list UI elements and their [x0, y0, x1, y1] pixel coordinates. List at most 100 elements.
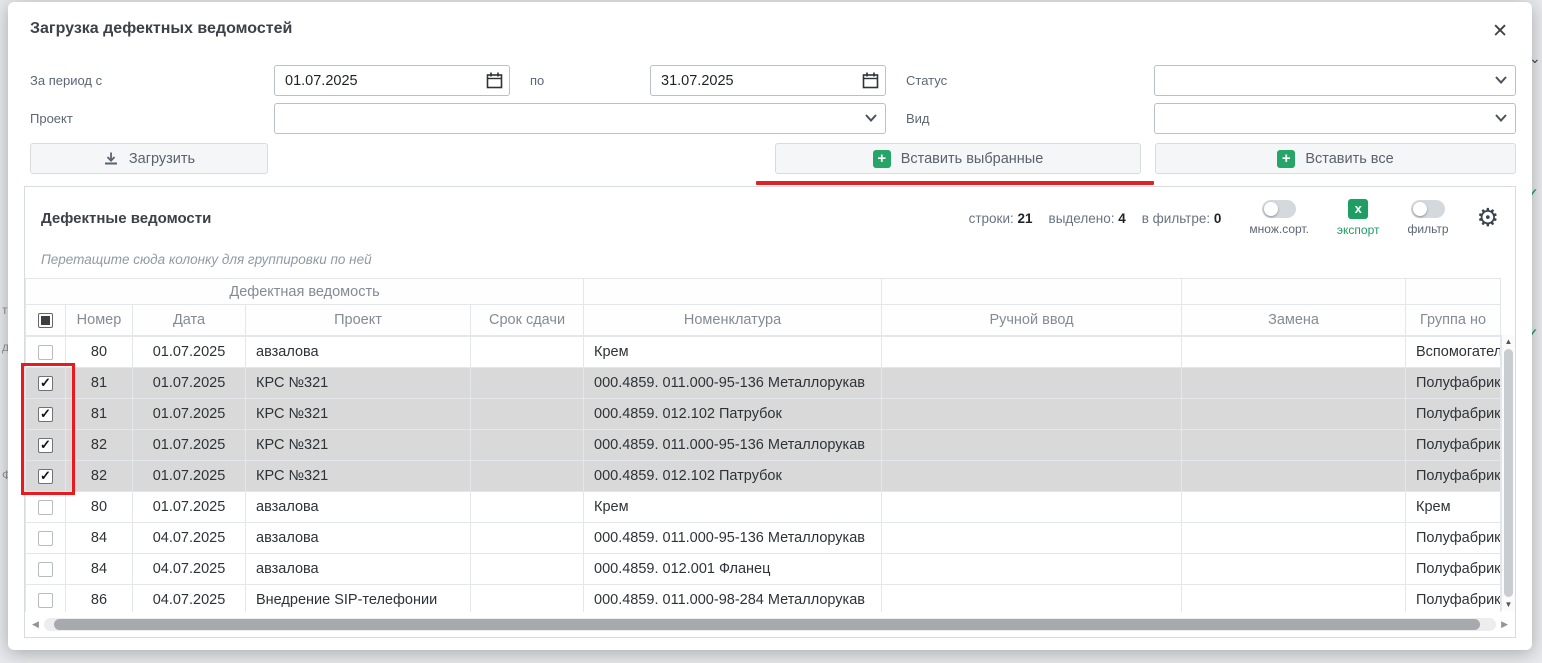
vertical-scrollbar[interactable]: ▲ ▼ [1501, 335, 1515, 611]
filter-toggle[interactable]: фильтр [1408, 200, 1449, 236]
filter-label: фильтр [1408, 222, 1449, 236]
scroll-right-arrow[interactable]: ▶ [1501, 619, 1508, 630]
cell-number: 81 [66, 368, 133, 399]
grid-title: Дефектные ведомости [41, 210, 211, 227]
plus-icon: + [873, 150, 891, 168]
cell-group: Полуфабрика [1406, 554, 1501, 585]
cell-group: Полуфабрика [1406, 399, 1501, 430]
group-header-empty [1182, 279, 1406, 305]
cell-manual-input [882, 492, 1182, 523]
table-row[interactable]: 84 04.07.2025 авзалова 000.4859. 012.001… [26, 554, 1501, 585]
column-header-number[interactable]: Номер [66, 305, 133, 336]
vertical-scroll-thumb[interactable] [1504, 349, 1513, 597]
grid-body-table: 80 01.07.2025 авзалова Крем Вспомогател … [25, 336, 1501, 612]
cell-number: 80 [66, 337, 133, 368]
column-header-nomenclature[interactable]: Номенклатура [584, 305, 882, 336]
horizontal-scroll-thumb[interactable] [54, 619, 1480, 630]
cell-manual-input [882, 585, 1182, 613]
column-header-date[interactable]: Дата [133, 305, 246, 336]
close-icon[interactable]: ✕ [1488, 20, 1512, 43]
cell-due-date [471, 585, 584, 613]
select-all-checkbox[interactable] [38, 313, 53, 328]
grid-rows-viewport: 80 01.07.2025 авзалова Крем Вспомогател … [25, 336, 1501, 612]
multisort-toggle[interactable]: множ.сорт. [1249, 200, 1309, 236]
scroll-left-arrow[interactable]: ◀ [32, 619, 39, 630]
table-row[interactable]: 81 01.07.2025 КРС №321 000.4859. 012.102… [26, 399, 1501, 430]
multisort-label: множ.сорт. [1249, 222, 1309, 236]
grid-stats: строки: 21 выделено: 4 в фильтре: 0 [969, 211, 1222, 226]
date-to-input[interactable] [650, 65, 886, 96]
export-control[interactable]: x экспорт [1337, 199, 1380, 237]
row-checkbox[interactable] [38, 407, 53, 422]
row-checkbox[interactable] [38, 376, 53, 391]
cell-group: Полуфабрика [1406, 585, 1501, 613]
cell-project: Внедрение SIP-телефонии [246, 585, 471, 613]
cell-replacement [1182, 523, 1406, 554]
grid-column-header-row: Номер Дата Проект Срок сдачи Номенклатур… [26, 305, 1501, 336]
row-checkbox[interactable] [38, 562, 53, 577]
cell-replacement [1182, 368, 1406, 399]
table-row[interactable]: 86 04.07.2025 Внедрение SIP-телефонии 00… [26, 585, 1501, 613]
row-checkbox[interactable] [38, 345, 53, 360]
cell-date: 01.07.2025 [133, 492, 246, 523]
table-row[interactable]: 80 01.07.2025 авзалова Крем Крем [26, 492, 1501, 523]
table-row[interactable]: 82 01.07.2025 КРС №321 000.4859. 012.102… [26, 461, 1501, 492]
insert-all-label: Вставить все [1305, 151, 1393, 167]
cell-nomenclature: 000.4859. 012.001 Фланец [584, 554, 882, 585]
column-header-group[interactable]: Группа но [1406, 305, 1501, 336]
date-to-field [650, 65, 886, 96]
cell-replacement [1182, 461, 1406, 492]
cell-due-date [471, 461, 584, 492]
gear-icon[interactable]: ⚙ [1477, 206, 1499, 231]
row-checkbox[interactable] [38, 531, 53, 546]
annotation-red-underline [756, 181, 1154, 185]
load-button[interactable]: Загрузить [30, 143, 268, 174]
excel-export-icon[interactable]: x [1348, 199, 1368, 219]
cell-manual-input [882, 523, 1182, 554]
row-checkbox[interactable] [38, 593, 53, 608]
column-header-due-date[interactable]: Срок сдачи [471, 305, 584, 336]
column-header-project[interactable]: Проект [246, 305, 471, 336]
cell-number: 84 [66, 523, 133, 554]
project-select[interactable] [274, 103, 886, 134]
horizontal-scrollbar[interactable]: ◀ ▶ [28, 617, 1512, 632]
download-icon [103, 151, 119, 167]
date-from-input[interactable] [274, 65, 510, 96]
scroll-down-arrow[interactable]: ▼ [1502, 600, 1515, 609]
cell-project: авзалова [246, 523, 471, 554]
row-checkbox[interactable] [38, 469, 53, 484]
actions-row: Загрузить + Вставить выбранные + Вставит… [24, 143, 1516, 174]
toggle-off-icon[interactable] [1262, 200, 1296, 218]
horizontal-scroll-track[interactable] [44, 618, 1496, 631]
table-row[interactable]: 81 01.07.2025 КРС №321 000.4859. 011.000… [26, 368, 1501, 399]
table-row[interactable]: 82 01.07.2025 КРС №321 000.4859. 011.000… [26, 430, 1501, 461]
dialog-upload-defect-sheets: Загрузка дефектных ведомостей ✕ За перио… [8, 2, 1532, 650]
cell-date: 04.07.2025 [133, 585, 246, 613]
table-row[interactable]: 80 01.07.2025 авзалова Крем Вспомогател [26, 337, 1501, 368]
export-label: экспорт [1337, 223, 1380, 237]
cell-date: 01.07.2025 [133, 337, 246, 368]
cell-due-date [471, 430, 584, 461]
column-header-manual-input[interactable]: Ручной ввод [882, 305, 1182, 336]
cell-date: 01.07.2025 [133, 368, 246, 399]
cell-date: 04.07.2025 [133, 554, 246, 585]
toggle-off-icon[interactable] [1411, 200, 1445, 218]
cell-manual-input [882, 430, 1182, 461]
chevron-down-icon [1495, 76, 1507, 84]
cell-due-date [471, 523, 584, 554]
row-checkbox[interactable] [38, 438, 53, 453]
selected-count: выделено: 4 [1049, 211, 1126, 226]
cell-group: Полуфабрика [1406, 430, 1501, 461]
status-select[interactable] [1154, 65, 1516, 96]
insert-all-button[interactable]: + Вставить все [1155, 143, 1516, 174]
cell-due-date [471, 399, 584, 430]
table-row[interactable]: 84 04.07.2025 авзалова 000.4859. 011.000… [26, 523, 1501, 554]
insert-selected-button[interactable]: + Вставить выбранные [775, 143, 1141, 174]
row-checkbox[interactable] [38, 500, 53, 515]
type-select[interactable] [1154, 103, 1516, 134]
group-header-empty [1406, 279, 1501, 305]
cell-due-date [471, 554, 584, 585]
cell-date: 04.07.2025 [133, 523, 246, 554]
column-header-replacement[interactable]: Замена [1182, 305, 1406, 336]
scroll-up-arrow[interactable]: ▲ [1502, 337, 1515, 346]
